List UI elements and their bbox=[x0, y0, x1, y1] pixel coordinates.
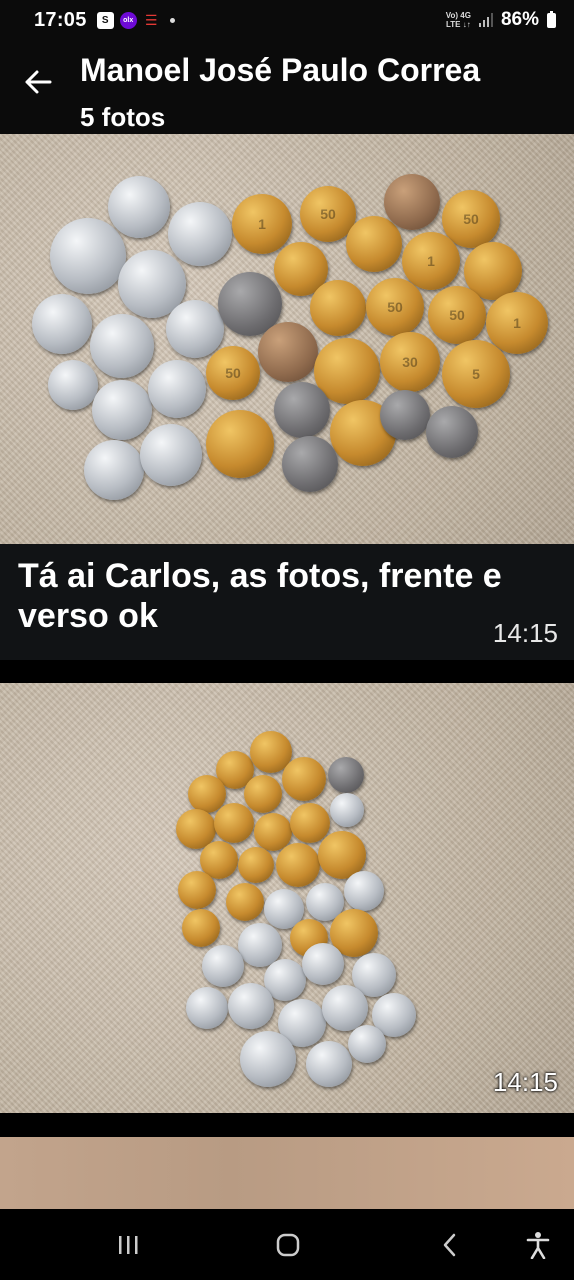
recents-icon bbox=[119, 1236, 138, 1254]
contact-name: Manoel José Paulo Correa bbox=[80, 52, 481, 88]
coin bbox=[108, 176, 170, 238]
coin bbox=[330, 793, 364, 827]
coin bbox=[380, 390, 430, 440]
coin bbox=[346, 216, 402, 272]
recents-button[interactable] bbox=[108, 1227, 148, 1263]
app-notification-icon: ☰ bbox=[144, 11, 158, 28]
coin: 30 bbox=[380, 332, 440, 392]
coin bbox=[214, 803, 254, 843]
chevron-left-icon bbox=[443, 1233, 456, 1257]
coin: 1 bbox=[232, 194, 292, 254]
accessibility-icon bbox=[526, 1232, 550, 1259]
coin bbox=[182, 909, 220, 947]
notification-icons: S olx ☰ bbox=[96, 11, 175, 29]
caption-timestamp: 14:15 bbox=[492, 618, 558, 648]
coin bbox=[426, 406, 478, 458]
home-icon bbox=[276, 1233, 300, 1257]
status-bar: 17:05 S olx ☰ Vo) 4G LTE ↓↑ 86% bbox=[0, 0, 574, 40]
coin bbox=[384, 174, 440, 230]
coin bbox=[48, 360, 98, 410]
battery-icon bbox=[547, 10, 556, 28]
olx-icon: olx bbox=[119, 11, 137, 29]
viewer-header: Manoel José Paulo Correa 5 fotos bbox=[0, 40, 574, 134]
coin bbox=[274, 382, 330, 438]
coin: 50 bbox=[206, 346, 260, 400]
coin bbox=[310, 280, 366, 336]
coin bbox=[32, 294, 92, 354]
coin bbox=[186, 987, 228, 1029]
signal-icon bbox=[478, 13, 493, 27]
coin bbox=[344, 871, 384, 911]
coin bbox=[178, 871, 216, 909]
photo-coins-front[interactable]: 1 50 50 1 50 50 1 50 30 5 bbox=[0, 134, 574, 544]
more-notifications-icon bbox=[169, 17, 175, 23]
status-time: 17:05 bbox=[34, 8, 87, 31]
coin bbox=[290, 803, 330, 843]
coin bbox=[148, 360, 206, 418]
coin bbox=[84, 440, 144, 500]
photo-count: 5 fotos bbox=[80, 102, 166, 132]
coin bbox=[228, 983, 274, 1029]
coin bbox=[240, 1031, 296, 1087]
coin bbox=[206, 410, 274, 478]
caption-text: Tá ai Carlos, as fotos, frente e verso o… bbox=[18, 557, 502, 635]
coin bbox=[92, 380, 152, 440]
coin bbox=[282, 757, 326, 801]
photo-coins-back[interactable] bbox=[0, 683, 574, 1113]
coin bbox=[282, 436, 338, 492]
coin: 50 bbox=[366, 278, 424, 336]
shopee-icon: S bbox=[96, 11, 114, 29]
nav-back-button[interactable] bbox=[430, 1227, 470, 1263]
coin bbox=[202, 945, 244, 987]
network-type-icon: Vo) 4G LTE ↓↑ bbox=[446, 11, 471, 29]
divider bbox=[0, 1113, 574, 1137]
coin bbox=[238, 847, 274, 883]
photo-partial[interactable] bbox=[0, 1137, 574, 1209]
battery-percent: 86% bbox=[500, 9, 539, 30]
coin bbox=[322, 985, 368, 1031]
divider bbox=[0, 660, 574, 683]
home-button[interactable] bbox=[268, 1227, 308, 1263]
accessibility-button[interactable] bbox=[518, 1227, 558, 1263]
coin bbox=[302, 943, 344, 985]
coin bbox=[168, 202, 232, 266]
network-top: Vo) 4G bbox=[445, 11, 471, 20]
coin bbox=[348, 1025, 386, 1063]
photo-timestamp: 14:15 bbox=[492, 1067, 558, 1097]
coin bbox=[90, 314, 154, 378]
arrow-left-icon bbox=[25, 70, 52, 94]
coin bbox=[328, 757, 364, 793]
coin bbox=[226, 883, 264, 921]
system-nav-bar bbox=[0, 1209, 574, 1280]
coin bbox=[244, 775, 282, 813]
coin bbox=[306, 1041, 352, 1087]
coin: 5 bbox=[442, 340, 510, 408]
network-bottom: LTE ↓↑ bbox=[446, 20, 471, 29]
coin bbox=[50, 218, 126, 294]
message-caption: Tá ai Carlos, as fotos, frente e verso o… bbox=[0, 544, 574, 660]
back-button[interactable] bbox=[18, 62, 58, 102]
coin bbox=[276, 843, 320, 887]
coin bbox=[258, 322, 318, 382]
coin bbox=[140, 424, 202, 486]
